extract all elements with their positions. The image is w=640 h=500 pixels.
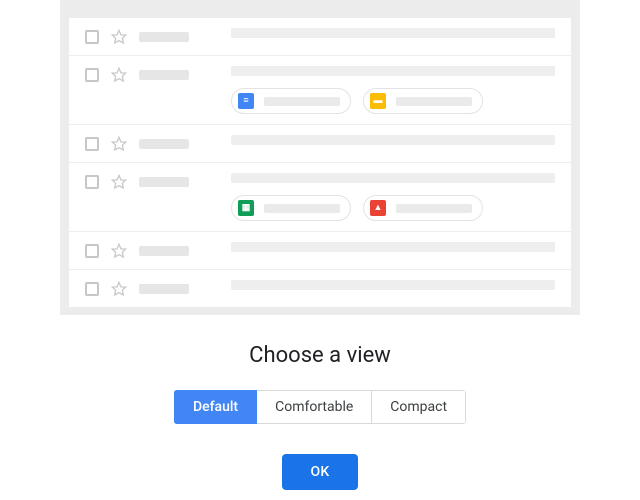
- row-body: ▦ ▲: [201, 173, 555, 221]
- preview-row: ▦ ▲: [69, 163, 571, 232]
- checkbox-icon: [85, 30, 99, 44]
- attachment-chip: ▬: [363, 88, 483, 114]
- attachment-name-placeholder: [396, 97, 472, 106]
- image-icon: ▲: [370, 200, 386, 216]
- attachment-name-placeholder: [264, 97, 340, 106]
- subject-placeholder: [231, 280, 555, 290]
- checkbox-icon: [85, 282, 99, 296]
- preview-row: [69, 125, 571, 163]
- sender-placeholder: [139, 177, 189, 187]
- row-body: [201, 28, 555, 38]
- attachment-chip: ▲: [363, 195, 483, 221]
- preview-row: [69, 270, 571, 307]
- attachment-chip: ≡: [231, 88, 351, 114]
- option-comfortable[interactable]: Comfortable: [257, 390, 372, 424]
- checkbox-icon: [85, 244, 99, 258]
- row-body: [201, 242, 555, 252]
- dialog-heading: Choose a view: [249, 343, 391, 368]
- sheets-icon: ▦: [238, 200, 254, 216]
- attachment-chips: ≡ ▬: [231, 88, 555, 114]
- preview-row: [69, 18, 571, 56]
- attachment-chips: ▦ ▲: [231, 195, 555, 221]
- attachment-name-placeholder: [264, 204, 340, 213]
- star-icon: [111, 243, 127, 259]
- sender-placeholder: [139, 139, 189, 149]
- row-body: [201, 135, 555, 145]
- row-body: [201, 280, 555, 290]
- sender-placeholder: [139, 70, 189, 80]
- option-compact[interactable]: Compact: [372, 390, 466, 424]
- star-icon: [111, 136, 127, 152]
- view-option-group: Default Comfortable Compact: [174, 390, 466, 424]
- slides-icon: ▬: [370, 93, 386, 109]
- subject-placeholder: [231, 242, 555, 252]
- checkbox-icon: [85, 68, 99, 82]
- ok-button[interactable]: OK: [282, 454, 357, 490]
- docs-icon: ≡: [238, 93, 254, 109]
- star-icon: [111, 174, 127, 190]
- density-preview: ≡ ▬: [60, 0, 580, 315]
- subject-placeholder: [231, 135, 555, 145]
- preview-list: ≡ ▬: [69, 18, 571, 307]
- sender-placeholder: [139, 284, 189, 294]
- attachment-name-placeholder: [396, 204, 472, 213]
- preview-row: ≡ ▬: [69, 56, 571, 125]
- row-body: ≡ ▬: [201, 66, 555, 114]
- preview-row: [69, 232, 571, 270]
- subject-placeholder: [231, 66, 555, 76]
- attachment-chip: ▦: [231, 195, 351, 221]
- checkbox-icon: [85, 175, 99, 189]
- sender-placeholder: [139, 246, 189, 256]
- star-icon: [111, 67, 127, 83]
- subject-placeholder: [231, 173, 555, 183]
- option-default[interactable]: Default: [174, 390, 257, 424]
- checkbox-icon: [85, 137, 99, 151]
- star-icon: [111, 281, 127, 297]
- star-icon: [111, 29, 127, 45]
- subject-placeholder: [231, 28, 555, 38]
- sender-placeholder: [139, 32, 189, 42]
